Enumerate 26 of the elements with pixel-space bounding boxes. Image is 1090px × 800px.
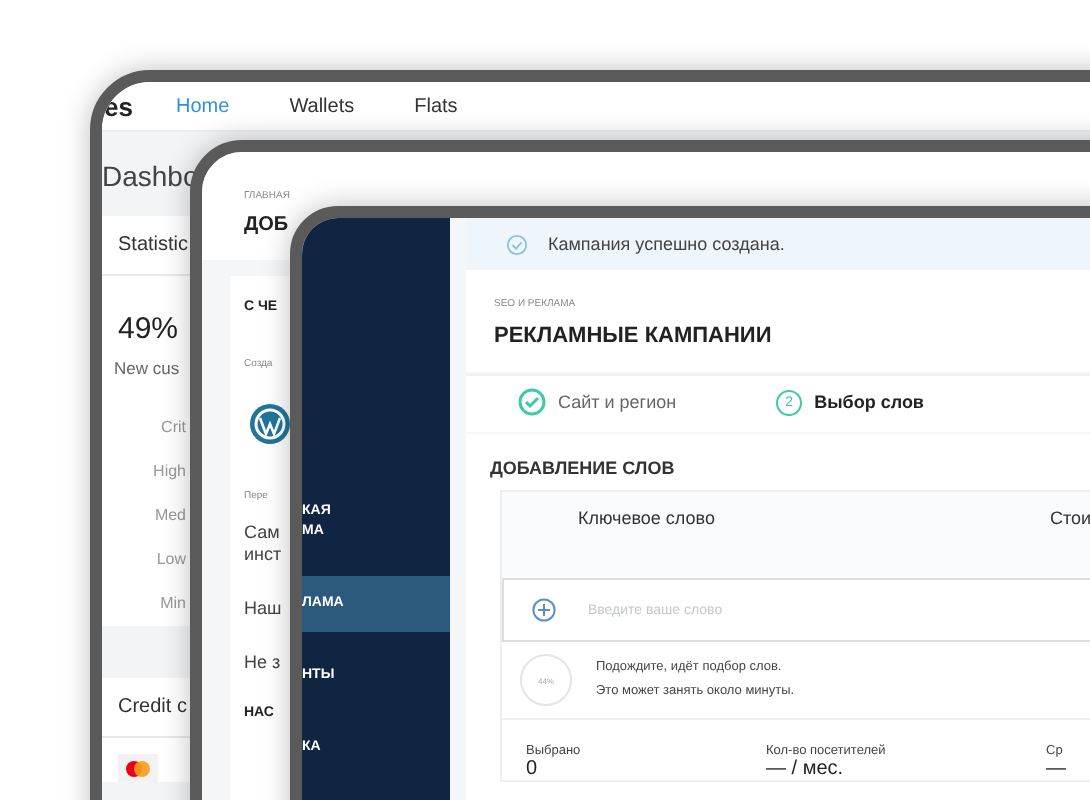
- card-logo-icon: [118, 754, 158, 782]
- page-title: РЕКЛАМНЫЕ КАМПАНИИ: [492, 322, 774, 352]
- column-header: Стои: [1050, 508, 1090, 528]
- check-icon: [518, 388, 546, 416]
- wizard-step: Сайт и регион: [518, 388, 677, 416]
- level-label: Med: [152, 504, 186, 528]
- column-header: Ключевое слово: [578, 508, 717, 528]
- level-label: High: [151, 460, 186, 484]
- level-label: Crit: [159, 416, 186, 440]
- nav-link[interactable]: Wallets: [289, 95, 355, 117]
- list-item: Не з: [244, 652, 281, 674]
- percentage-value: 49%: [116, 310, 181, 346]
- level-label: Low: [154, 548, 186, 572]
- level-label: Min: [158, 592, 186, 616]
- stat-label: New cus: [114, 358, 180, 378]
- stat-value: 0: [526, 758, 540, 780]
- list-item: Сам инст: [244, 522, 282, 566]
- check-icon: [506, 233, 528, 255]
- alert-text: Кампания успешно создана.: [548, 234, 785, 254]
- page-title: ДОБ: [244, 214, 291, 236]
- nav-link[interactable]: Flats: [414, 95, 458, 117]
- section-title: ДОБАВЛЕНИЕ СЛОВ: [488, 456, 677, 482]
- stat-value: —: [1046, 758, 1068, 780]
- list-item: Наш: [244, 598, 282, 620]
- stat-value: — / мес.: [766, 758, 846, 780]
- plus-icon: [532, 598, 556, 622]
